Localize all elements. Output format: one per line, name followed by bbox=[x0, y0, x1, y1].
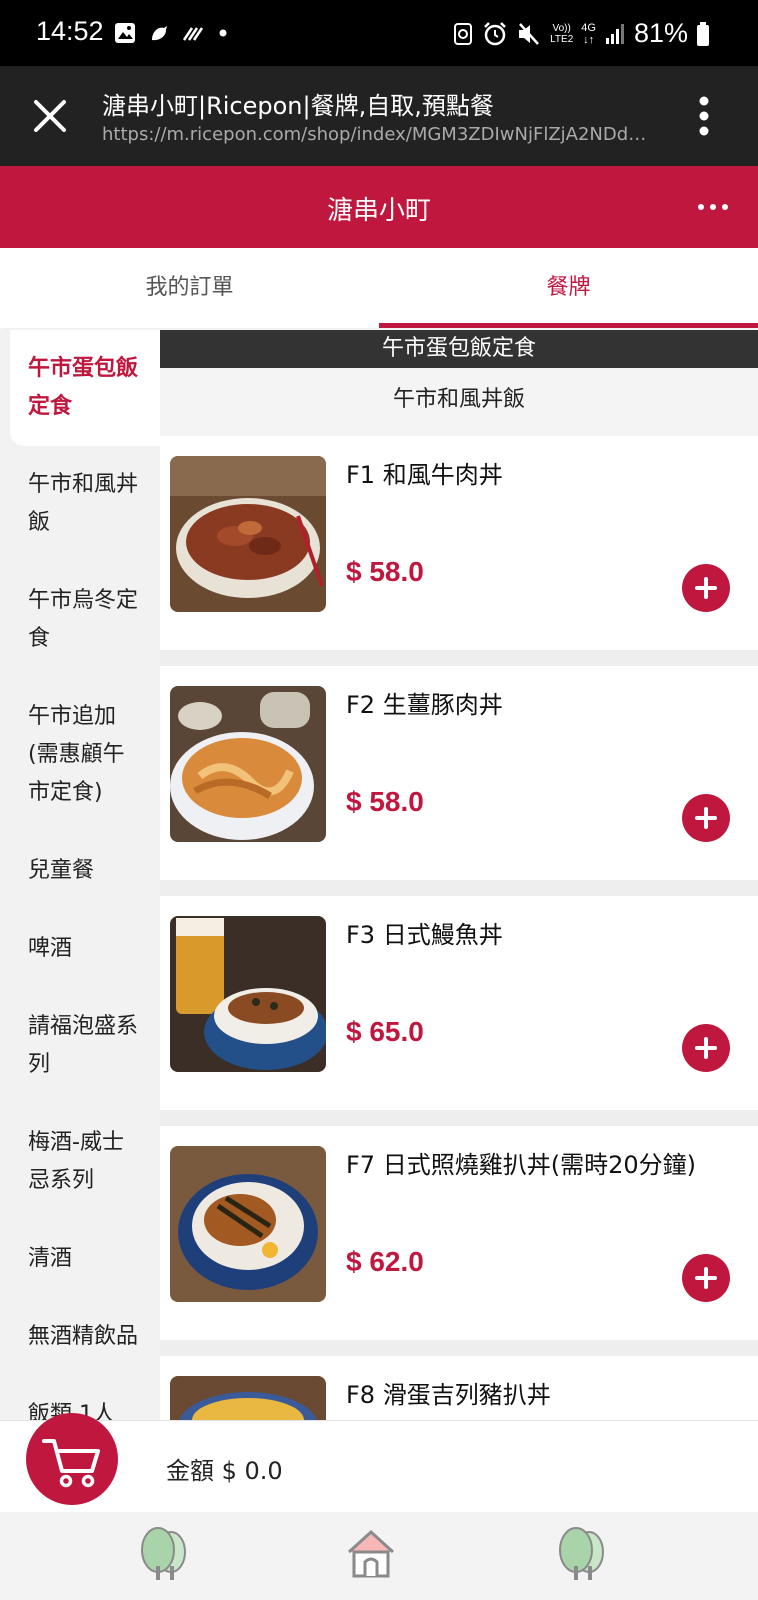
eel-bowl-photo bbox=[170, 916, 326, 1072]
close-icon[interactable] bbox=[28, 94, 72, 138]
add-to-cart-button[interactable] bbox=[682, 564, 730, 612]
category-sake[interactable]: 清酒 bbox=[0, 1220, 160, 1298]
more-options-icon[interactable] bbox=[698, 204, 728, 210]
category-beer[interactable]: 啤酒 bbox=[0, 910, 160, 988]
ginger-pork-bowl-photo bbox=[170, 686, 326, 842]
app-header: 溏串小町 bbox=[0, 166, 758, 248]
bird-icon bbox=[152, 26, 167, 41]
menu-item-price: $ 58.0 bbox=[346, 556, 424, 587]
menu-item[interactable]: F7 日式照燒雞扒丼(需時20分鐘) $ 62.0 bbox=[160, 1126, 758, 1340]
section-header-next: 午市和風丼飯 bbox=[160, 368, 758, 436]
alarm-icon bbox=[484, 21, 506, 45]
volte-icon: Vo)) LTE2 bbox=[550, 22, 574, 45]
status-icons-right: Vo)) LTE2 4G ↓↑ 81% bbox=[452, 18, 710, 49]
shop-name: 溏串小町 bbox=[326, 196, 431, 226]
signal-bars-icon bbox=[605, 23, 624, 44]
category-kids-meal[interactable]: 兒童餐 bbox=[0, 832, 160, 910]
dot-icon bbox=[219, 29, 227, 37]
trees-icon[interactable] bbox=[556, 1526, 608, 1582]
tab-bar: 我的訂單 餐牌 bbox=[0, 248, 758, 328]
tab-menu[interactable]: 餐牌 bbox=[379, 248, 758, 328]
recycle-icon bbox=[454, 22, 473, 45]
menu-item-name: F7 日式照燒雞扒丼(需時20分鐘) bbox=[346, 1151, 696, 1179]
menu-item[interactable]: F2 生薑豚肉丼 $ 58.0 bbox=[160, 666, 758, 880]
menu-item-name: F3 日式鰻魚丼 bbox=[346, 921, 503, 949]
signal-waves-icon bbox=[182, 27, 204, 41]
bottom-nav bbox=[0, 1512, 758, 1600]
teriyaki-chicken-bowl-photo bbox=[170, 1146, 326, 1302]
category-umeshu-whisky[interactable]: 梅酒-威士忌系列 bbox=[0, 1104, 160, 1220]
trees-icon[interactable] bbox=[138, 1526, 190, 1582]
add-to-cart-button[interactable] bbox=[682, 1024, 730, 1072]
beef-bowl-photo bbox=[170, 456, 326, 612]
menu-list: 午市蛋包飯定食 午市和風丼飯 F1 和風牛肉丼 $ 58.0 F2 生薑豚肉丼 … bbox=[160, 330, 758, 1420]
menu-item-name: F1 和風牛肉丼 bbox=[346, 461, 503, 489]
cart-icon bbox=[42, 1439, 100, 1488]
image-icon bbox=[115, 23, 135, 43]
4g-icon: 4G ↓↑ bbox=[581, 21, 596, 46]
menu-item-price: $ 58.0 bbox=[346, 786, 424, 817]
menu-item[interactable]: F3 日式鰻魚丼 $ 65.0 bbox=[160, 896, 758, 1110]
category-lunch-wafu-donburi[interactable]: 午市和風丼飯 bbox=[0, 446, 160, 562]
cart-bar: 金額 $ 0.0 bbox=[0, 1413, 758, 1513]
battery-icon bbox=[697, 21, 709, 46]
category-sidebar: 午市蛋包飯定食 午市和風丼飯 午市烏冬定食 午市追加(需惠顧午市定食) 兒童餐 … bbox=[0, 330, 160, 1420]
cart-button[interactable] bbox=[26, 1413, 118, 1505]
browser-toolbar: 溏串小町|Ricepon|餐牌,自取,預點餐 https://m.ricepon… bbox=[0, 66, 758, 166]
menu-item[interactable]: F8 滑蛋吉列豬扒丼 bbox=[160, 1356, 758, 1420]
category-lunch-omurice-set[interactable]: 午市蛋包飯定食 bbox=[10, 330, 160, 446]
menu-item-price: $ 62.0 bbox=[346, 1246, 424, 1277]
add-to-cart-button[interactable] bbox=[682, 1254, 730, 1302]
status-time: 14:52 bbox=[36, 16, 104, 46]
status-icons-left bbox=[114, 22, 228, 44]
browser-url[interactable]: https://m.ricepon.com/shop/index/MGM3ZDI… bbox=[102, 124, 662, 145]
category-lunch-udon-set[interactable]: 午市烏冬定食 bbox=[0, 562, 160, 678]
section-header-current: 午市蛋包飯定食 bbox=[160, 330, 758, 368]
mute-icon bbox=[519, 22, 540, 45]
battery-percent: 81% bbox=[633, 18, 688, 48]
browser-page-title: 溏串小町|Ricepon|餐牌,自取,預點餐 bbox=[102, 92, 494, 120]
menu-item[interactable]: F1 和風牛肉丼 $ 58.0 bbox=[160, 436, 758, 650]
katsu-egg-bowl-photo bbox=[170, 1376, 326, 1420]
tab-my-orders[interactable]: 我的訂單 bbox=[0, 248, 379, 328]
add-to-cart-button[interactable] bbox=[682, 794, 730, 842]
status-bar: 14:52 Vo)) LTE2 4G ↓↑ 81% bbox=[0, 0, 758, 66]
menu-item-name: F8 滑蛋吉列豬扒丼 bbox=[346, 1381, 551, 1409]
home-icon[interactable] bbox=[344, 1526, 398, 1582]
menu-item-price: $ 65.0 bbox=[346, 1016, 424, 1047]
menu-item-name: F2 生薑豚肉丼 bbox=[346, 691, 503, 719]
category-non-alcoholic[interactable]: 無酒精飲品 bbox=[0, 1298, 160, 1376]
cart-total: 金額 $ 0.0 bbox=[166, 1457, 283, 1485]
category-awamori[interactable]: 請福泡盛系列 bbox=[0, 988, 160, 1104]
kebab-menu-icon[interactable] bbox=[698, 96, 710, 136]
category-lunch-add-on[interactable]: 午市追加(需惠顧午市定食) bbox=[0, 678, 160, 832]
